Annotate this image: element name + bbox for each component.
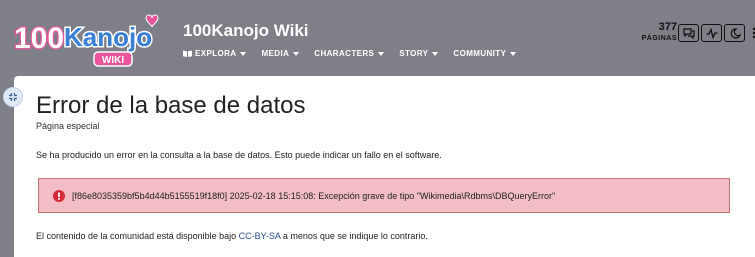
page-subtitle: Página especial (36, 121, 100, 131)
main-nav: EXPLORA MEDIA CHARACTERS STORY COMMUNITY (183, 49, 531, 58)
page-count: 377 (658, 21, 677, 33)
chevron-down-icon (510, 51, 517, 56)
error-message-text: [f86e8035359bf5b4d44b5155519f18f0] 2025-… (72, 190, 556, 201)
chevron-down-icon (293, 51, 300, 56)
page-count-label: PÁGINAS (641, 35, 677, 42)
wiki-title[interactable]: 100Kanojo Wiki (183, 21, 309, 41)
chevron-down-icon (378, 51, 385, 56)
error-icon (53, 189, 65, 202)
nav-explora-label: EXPLORA (195, 49, 237, 58)
book-icon (183, 50, 192, 57)
wiki-logo[interactable]: 100 Kanojo WIKI (12, 8, 172, 70)
logo-main-text: Kanojo (64, 22, 152, 52)
dark-mode-icon (730, 27, 741, 39)
chevron-down-icon (432, 51, 439, 56)
collapse-icon (9, 93, 17, 101)
header-tools (678, 24, 755, 42)
collapse-sidebar-button[interactable] (3, 87, 23, 107)
dark-mode-button[interactable] (724, 24, 745, 42)
page-counter: 377 PÁGINAS (641, 21, 677, 43)
logo-graphic: 100 Kanojo WIKI (13, 14, 159, 67)
nav-story[interactable]: STORY (399, 49, 439, 58)
discussions-icon (682, 27, 695, 39)
nav-characters[interactable]: CHARACTERS (314, 49, 385, 58)
license-text-before: El contenido de la comunidad está dispon… (36, 231, 239, 241)
license-link[interactable]: CC-BY-SA (239, 231, 281, 241)
wiki-header: 100 Kanojo WIKI 100Kanojo Wiki EXPLORA M… (0, 0, 755, 74)
error-message-box: [f86e8035359bf5b4d44b5155519f18f0] 2025-… (38, 178, 730, 213)
activity-icon (706, 27, 717, 39)
nav-media[interactable]: MEDIA (261, 49, 300, 58)
license-text-after: a menos que se indique lo contrario. (280, 231, 428, 241)
nav-explora[interactable]: EXPLORA (183, 49, 247, 58)
logo-sub-text: WIKI (102, 55, 124, 66)
nav-media-label: MEDIA (261, 49, 290, 58)
error-intro-text: Se ha producido un error en la consulta … (36, 150, 442, 160)
svg-text:100: 100 (14, 22, 64, 55)
nav-story-label: STORY (399, 49, 429, 58)
nav-community[interactable]: COMMUNITY (453, 49, 517, 58)
nav-community-label: COMMUNITY (453, 49, 507, 58)
activity-button[interactable] (701, 24, 722, 42)
nav-characters-label: CHARACTERS (314, 49, 375, 58)
page-title: Error de la base de datos (36, 92, 306, 119)
more-button[interactable] (747, 24, 755, 42)
chevron-down-icon (240, 51, 247, 56)
license-notice: El contenido de la comunidad está dispon… (36, 231, 428, 241)
discussions-button[interactable] (678, 24, 699, 42)
